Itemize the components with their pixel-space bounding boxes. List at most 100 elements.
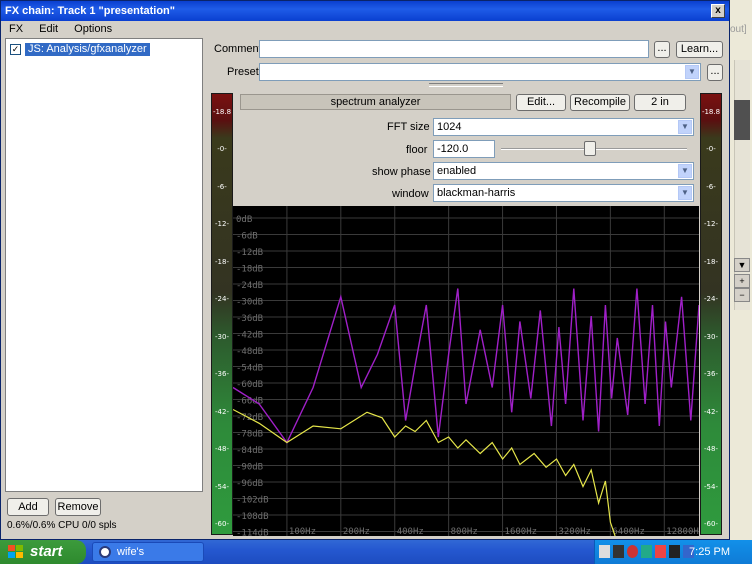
show-phase-value: enabled xyxy=(437,165,477,177)
input-level-meter: -18.8 -0- -6- -12- -18- -24- -30- -36- -42- -48- -… xyxy=(211,93,233,535)
meter-tick-label: -36- xyxy=(704,370,718,379)
plugin-name: spectrum analyzer xyxy=(240,94,511,110)
title-bar[interactable]: FX chain: Track 1 "presentation" x xyxy=(1,1,729,21)
window-label: window xyxy=(392,188,429,200)
fft-size-value: 1024 xyxy=(437,121,462,133)
output-level-meter: -18.8 -0- -6- -12- -18- -24- -30- -36- -42- -48- -… xyxy=(700,93,722,535)
comment-label: Comment xyxy=(214,43,262,55)
background-scrollbar[interactable] xyxy=(734,60,750,310)
background-dark-panel xyxy=(734,100,750,140)
start-button[interactable]: start xyxy=(0,540,86,564)
chevron-down-icon[interactable]: ▼ xyxy=(678,186,692,200)
meter-tick-label: -6- xyxy=(217,182,227,191)
x-tick-label: 400Hz xyxy=(397,527,424,536)
meter-tick-label: -18- xyxy=(215,257,229,266)
preset-dropdown[interactable]: ▼ xyxy=(259,63,701,81)
zoom-out-icon[interactable]: − xyxy=(734,288,750,302)
y-tick-label: -24dB xyxy=(236,281,263,291)
x-tick-label: 100Hz xyxy=(289,527,316,536)
zonealarm-icon[interactable] xyxy=(613,545,624,558)
preset-label: Preset xyxy=(227,66,259,78)
meter-tick-label: -48- xyxy=(215,445,229,454)
meter-tick-label: -42- xyxy=(215,407,229,416)
meter-tick-label: -60- xyxy=(215,520,229,528)
learn-button[interactable]: Learn... xyxy=(676,41,723,58)
splitter-handle[interactable] xyxy=(429,83,503,87)
security-icon[interactable] xyxy=(655,545,666,558)
y-tick-label: -96dB xyxy=(236,479,263,489)
network-icon[interactable] xyxy=(641,545,652,558)
meter-tick-label: -6- xyxy=(706,182,716,191)
show-phase-label: show phase xyxy=(372,166,431,178)
taskbar-item[interactable]: wife's presentati... xyxy=(92,542,204,562)
volume-icon[interactable] xyxy=(599,545,610,558)
monitor-icon[interactable] xyxy=(669,545,680,558)
meter-tick-label: -36- xyxy=(215,370,229,379)
floor-slider-thumb[interactable] xyxy=(584,141,597,156)
edit-button[interactable]: Edit... xyxy=(516,94,566,111)
chevron-down-icon[interactable]: ▼ xyxy=(678,120,692,134)
cpu-status: 0.6%/0.6% CPU 0/0 spls xyxy=(7,520,117,531)
meter-tick-label: -30- xyxy=(704,332,718,341)
meter-tick-label: -12- xyxy=(704,220,718,229)
add-fx-button[interactable]: Add xyxy=(7,498,49,516)
meter-tick-label: -54- xyxy=(215,482,229,491)
meter-tick-label: -48- xyxy=(704,445,718,454)
meter-tick-label: -24- xyxy=(704,295,718,304)
meter-tick-label: -18- xyxy=(704,257,718,266)
window-title: FX chain: Track 1 "presentation" xyxy=(5,5,175,17)
y-tick-label: -48dB xyxy=(236,347,263,357)
io-button[interactable]: 2 in xyxy=(634,94,686,111)
show-phase-dropdown[interactable]: enabled ▼ xyxy=(433,162,694,180)
recompile-button[interactable]: Recompile xyxy=(570,94,630,111)
meter-tick-label: -18.8 xyxy=(212,108,232,116)
fx-enable-checkbox[interactable]: ✓ xyxy=(10,44,21,55)
meter-tick-label: -0- xyxy=(706,145,716,154)
y-tick-label: -78dB xyxy=(236,430,263,440)
y-tick-label: -18dB xyxy=(236,265,263,275)
comment-browse-button[interactable]: ... xyxy=(654,41,670,58)
window-dropdown[interactable]: blackman-harris ▼ xyxy=(433,184,694,202)
windows-logo-icon xyxy=(8,545,23,558)
menu-bar: FX Edit Options xyxy=(1,21,729,37)
meter-tick-label: -54- xyxy=(704,482,718,491)
system-tray: 7:25 PM xyxy=(594,540,752,564)
antivirus-icon[interactable] xyxy=(627,545,638,558)
meter-tick-label: -0- xyxy=(217,145,227,154)
y-tick-label: -114dB xyxy=(236,529,269,537)
comment-input[interactable] xyxy=(259,40,649,58)
menu-options[interactable]: Options xyxy=(69,23,117,35)
floor-input[interactable]: -120.0 xyxy=(433,140,495,158)
remove-fx-button[interactable]: Remove xyxy=(55,498,101,516)
chevron-down-icon[interactable]: ▼ xyxy=(685,65,699,79)
meter-tick-label: -18.8 xyxy=(701,108,721,116)
taskbar-item-label: wife's presentati... xyxy=(117,546,145,558)
y-tick-label: -12dB xyxy=(236,248,263,258)
meter-tick-label: -42- xyxy=(704,407,718,416)
y-tick-label: -6dB xyxy=(236,232,258,242)
app-icon xyxy=(99,546,111,558)
x-tick-label: 200Hz xyxy=(343,527,370,536)
x-tick-label: 6400Hz xyxy=(612,527,645,536)
x-tick-label: 1600Hz xyxy=(505,527,538,536)
chevron-down-icon[interactable]: ▼ xyxy=(678,164,692,178)
window-value: blackman-harris xyxy=(437,187,516,199)
scroll-down-icon[interactable]: ▼ xyxy=(734,258,750,272)
close-icon[interactable]: x xyxy=(711,4,725,18)
preset-more-button[interactable]: ... xyxy=(707,64,723,81)
fft-size-dropdown[interactable]: 1024 ▼ xyxy=(433,118,694,136)
menu-edit[interactable]: Edit xyxy=(34,23,63,35)
y-tick-label: -36dB xyxy=(236,314,263,324)
background-window-text: out] xyxy=(730,24,747,35)
clock: 7:25 PM xyxy=(689,546,730,558)
phase-series-line xyxy=(233,288,699,444)
y-tick-label: -102dB xyxy=(236,496,269,506)
floor-label: floor xyxy=(406,144,428,156)
meter-tick-label: -24- xyxy=(215,295,229,304)
fx-list[interactable]: ✓ JS: Analysis/gfxanalyzer xyxy=(5,38,203,492)
y-tick-label: -30dB xyxy=(236,298,263,308)
zoom-in-icon[interactable]: + xyxy=(734,274,750,288)
fx-chain-window: FX chain: Track 1 "presentation" x FX Ed… xyxy=(0,0,730,540)
menu-fx[interactable]: FX xyxy=(4,23,28,35)
fx-list-item[interactable]: ✓ JS: Analysis/gfxanalyzer xyxy=(10,43,150,56)
